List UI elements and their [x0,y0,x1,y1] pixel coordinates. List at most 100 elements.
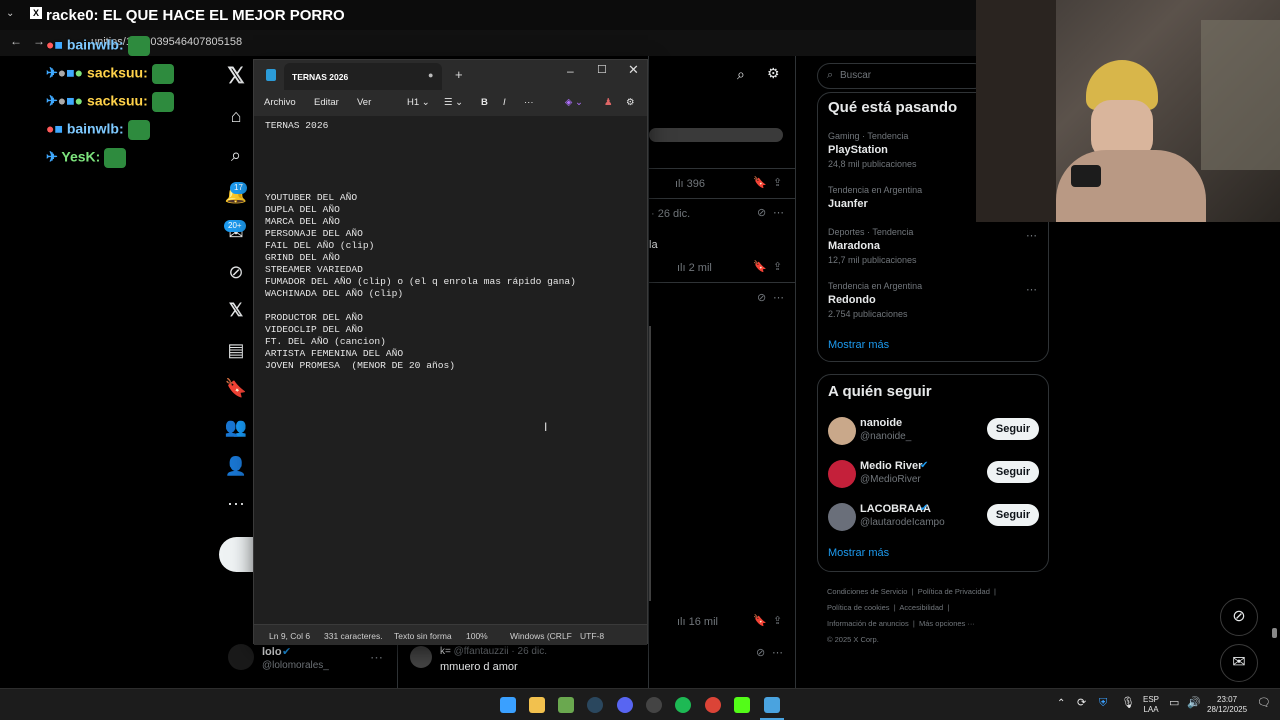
tray-sync-icon[interactable]: ⟳ [1077,698,1086,709]
footer-link[interactable]: Condiciones de Servicio [827,587,907,596]
footer-link[interactable]: Accesibilidad [899,603,943,612]
heading-dropdown[interactable]: H1 ⌄ [407,97,430,108]
line-ending[interactable]: Windows (CRLF [510,631,572,641]
trend-more-icon[interactable]: ⋯ [1026,229,1037,242]
volume-icon[interactable]: 🔊 [1187,698,1201,709]
footer-link[interactable]: Política de cookies [827,603,890,612]
new-tab-icon[interactable]: + [455,67,463,82]
tray-mic-icon[interactable]: 🎙 [1121,698,1135,709]
lists-icon[interactable]: ▤ [224,338,248,362]
home-icon[interactable]: ⌂ [224,104,248,128]
settings-gear-icon[interactable]: ⚙ [767,65,780,82]
italic-icon[interactable]: I [503,97,506,108]
kick-icon[interactable] [734,697,750,713]
post-handle[interactable]: @lolomorales_ [262,660,329,671]
follow-name[interactable]: Medio River [860,460,922,472]
bookmark-icon[interactable]: 🔖 [753,260,767,273]
grok-float-icon[interactable]: ⊘ [1220,598,1258,636]
trend-more-icon[interactable]: ⋯ [1026,283,1037,296]
minecraft-icon[interactable] [558,697,574,713]
grok-icon[interactable]: ⊘ [224,260,248,284]
more-icon[interactable]: ⋯ [772,646,783,659]
share-icon[interactable]: ⇪ [773,614,782,627]
menu-editar[interactable]: Editar [314,97,339,108]
avatar[interactable] [828,503,856,531]
follow-item[interactable]: LACOBRAAA ✔ @lautarodeIcampo Seguir [828,501,1040,537]
text-format[interactable]: Texto sin forma [394,631,452,641]
profile-icon[interactable]: 👤 [224,454,248,478]
more-icon[interactable]: ⋯ [773,291,784,304]
tray-chevron-icon[interactable]: ⌃ [1057,699,1065,709]
language-indicator[interactable]: ESP LAA [1143,695,1159,715]
avatar[interactable] [228,644,254,670]
avatar[interactable] [410,646,432,668]
close-icon[interactable]: ✕ [628,62,639,78]
follow-name[interactable]: nanoide [860,417,902,429]
premium-icon[interactable]: 𝕏 [224,298,248,322]
settings-gear-icon[interactable]: ⚙ [626,97,635,108]
trend-item[interactable]: Deportes · Tendencia Maradona 12,7 mil p… [828,227,917,265]
maximize-icon[interactable]: ☐ [597,63,607,76]
follow-item[interactable]: Medio River ✔ @MedioRiver Seguir [828,458,1040,494]
notepad-editor[interactable]: TERNAS 2026 YOUTUBER DEL AÑO DUPLA DEL A… [254,116,647,624]
follow-button[interactable]: Seguir [987,504,1039,526]
spotify-icon[interactable] [675,697,691,713]
notepad-taskbar-icon[interactable] [764,697,780,713]
steam-icon[interactable] [587,697,603,713]
unsaved-dot-icon[interactable]: ● [428,70,433,80]
notepad-content[interactable]: TERNAS 2026 YOUTUBER DEL AÑO DUPLA DEL A… [265,120,647,372]
explore-icon[interactable]: ⌕ [224,143,248,167]
follow-handle[interactable]: @lautarodeIcampo [860,517,945,528]
more-format-icon[interactable]: ··· [524,97,534,108]
trend-item[interactable]: Gaming · Tendencia PlayStation 24,8 mil … [828,131,917,169]
menu-archivo[interactable]: Archivo [264,97,296,108]
account-icon[interactable]: ♟ [604,97,613,108]
post-username[interactable]: k= @ffantauzzii · 26 dic. [440,646,547,657]
bookmark-icon[interactable]: 🔖 [753,614,767,627]
encoding[interactable]: UTF-8 [580,631,604,641]
clock[interactable]: 23:07 28/12/2025 [1207,695,1247,715]
notepad-tab[interactable]: TERNAS 2026 ● [284,63,442,90]
notifications-icon[interactable]: 🗨 [1257,698,1271,709]
scrollbar-thumb[interactable] [1272,628,1277,638]
chrome-icon[interactable] [705,697,721,713]
more-options-icon[interactable]: ⋯ [224,492,248,516]
tab-list-chevron-icon[interactable]: ⌄ [6,8,14,19]
zoom-level[interactable]: 100% [466,631,488,641]
communities-icon[interactable]: 👥 [224,415,248,439]
back-icon[interactable]: ← [10,34,22,48]
network-icon[interactable]: ▭ [1169,698,1179,709]
file-explorer-icon[interactable] [529,697,545,713]
follow-show-more[interactable]: Mostrar más [828,547,889,559]
search-icon[interactable]: ⌕ [737,66,745,83]
grok-icon[interactable]: ⊘ [757,206,766,219]
list-dropdown-icon[interactable]: ☰ ⌄ [444,97,463,108]
tray-shield-icon[interactable]: ⛨ [1099,698,1107,709]
follow-item[interactable]: nanoide @nanoide_ Seguir [828,415,1040,451]
messages-float-icon[interactable]: ✉ [1220,644,1258,682]
trend-item[interactable]: Tendencia en Argentina Juanfer [828,185,922,210]
avatar[interactable] [828,460,856,488]
copilot-icon[interactable]: ◈ ⌄ [565,97,583,108]
x-logo-icon[interactable]: 𝕏 [224,64,248,88]
bookmark-icon[interactable]: 🔖 [753,176,767,189]
follow-handle[interactable]: @MedioRiver [860,474,921,485]
more-icon[interactable]: ⋯ [370,650,383,666]
menu-ver[interactable]: Ver [357,97,371,108]
more-icon[interactable]: ⋯ [773,206,784,219]
grok-icon[interactable]: ⊘ [757,291,766,304]
minimize-icon[interactable]: – [567,64,574,78]
app-icon[interactable] [646,697,662,713]
grok-icon[interactable]: ⊘ [756,646,765,659]
share-icon[interactable]: ⇪ [773,260,782,273]
trend-item[interactable]: Tendencia en Argentina Redondo 2.754 pub… [828,281,922,319]
search-box[interactable]: ⌕ Buscar [817,63,987,89]
discord-icon[interactable] [617,697,633,713]
windows-start-icon[interactable] [500,697,516,713]
bookmarks-icon[interactable]: 🔖 [224,376,248,400]
footer-link[interactable]: Información de anuncios [827,619,909,628]
trends-show-more[interactable]: Mostrar más [828,339,889,351]
follow-handle[interactable]: @nanoide_ [860,431,911,442]
follow-button[interactable]: Seguir [987,418,1039,440]
follow-button[interactable]: Seguir [987,461,1039,483]
